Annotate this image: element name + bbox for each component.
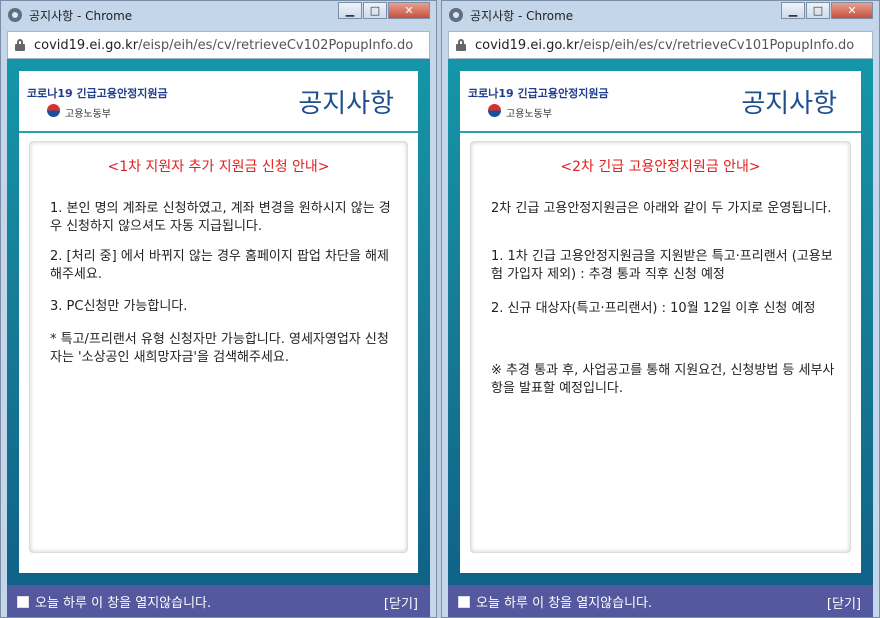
url-host: covid19.ei.go.kr <box>475 38 580 53</box>
panel-title: <2차 긴급 고용안정지원금 안내> <box>560 159 761 175</box>
chrome-icon <box>8 8 22 22</box>
lock-icon <box>456 39 466 51</box>
ministry-logo: 고용노동부 <box>488 104 552 120</box>
maximize-button[interactable]: □ <box>363 2 387 19</box>
window-controls: ▁ □ ✕ <box>337 2 430 19</box>
taeguk-icon <box>488 104 501 117</box>
popup-footer: 오늘 하루 이 창을 열지않습니다. [닫기] <box>448 585 873 617</box>
paragraph-4: ※ 추경 통과 후, 사업공고를 통해 지원요건, 신청방법 등 세부사항을 발… <box>491 363 835 396</box>
url-path: /eisp/eih/es/cv/retrieveCv102PopupInfo.d… <box>138 38 414 53</box>
lock-icon <box>15 39 25 51</box>
address-bar[interactable]: covid19.ei.go.kr/eisp/eih/es/cv/retrieve… <box>448 31 873 59</box>
paragraph-1: 2차 긴급 고용안정지원금은 아래와 같이 두 가지로 운영됩니다. <box>491 201 832 216</box>
address-bar[interactable]: covid19.ei.go.kr/eisp/eih/es/cv/retrieve… <box>7 31 430 59</box>
paragraph-3: 2. 신규 대상자(특고·프리랜서) : 10월 12일 이후 신청 예정 <box>491 301 816 316</box>
close-link[interactable]: [닫기] <box>827 593 861 612</box>
org-logo-text: 코로나19 긴급고용안정지원금 <box>27 87 168 100</box>
ministry-logo: 고용노동부 <box>47 104 111 120</box>
window-title: 공지사항 - Chrome <box>29 9 133 23</box>
url-text: covid19.ei.go.kr/eisp/eih/es/cv/retrieve… <box>475 38 854 53</box>
chrome-icon <box>449 8 463 22</box>
notice-title: 공지사항 <box>741 89 837 119</box>
url-path: /eisp/eih/es/cv/retrieveCv101PopupInfo.d… <box>579 38 855 53</box>
notice-panel: <2차 긴급 고용안정지원금 안내> 2차 긴급 고용안정지원금은 아래와 같이… <box>470 141 851 553</box>
title-bar[interactable]: 공지사항 - Chrome ▁ □ ✕ <box>1 1 436 30</box>
close-window-button[interactable]: ✕ <box>831 2 873 19</box>
url-host: covid19.ei.go.kr <box>34 38 139 53</box>
paragraph-4: * 특고/프리랜서 유형 신청자만 가능합니다. 영세자영업자 신청자는 '소상… <box>50 332 389 365</box>
notice-card: 코로나19 긴급고용안정지원금 고용노동부 공지사항 <2차 긴급 고용안정지원… <box>460 71 861 573</box>
popup-content: 코로나19 긴급고용안정지원금 고용노동부 공지사항 <2차 긴급 고용안정지원… <box>448 59 873 617</box>
panel-title: <1차 지원자 추가 지원금 신청 안내> <box>107 159 330 175</box>
notice-card: 코로나19 긴급고용안정지원금 고용노동부 공지사항 <1차 지원자 추가 지원… <box>19 71 418 573</box>
minimize-button[interactable]: ▁ <box>338 2 362 19</box>
close-link[interactable]: [닫기] <box>384 593 418 612</box>
taeguk-icon <box>47 104 60 117</box>
paragraph-3: 3. PC신청만 가능합니다. <box>50 299 188 314</box>
popup-window-2: 공지사항 - Chrome ▁ □ ✕ covid19.ei.go.kr/eis… <box>441 0 880 618</box>
close-window-button[interactable]: ✕ <box>388 2 430 19</box>
notice-panel: <1차 지원자 추가 지원금 신청 안내> 1. 본인 명의 계좌로 신청하였고… <box>29 141 408 553</box>
paragraph-2: 2. [처리 중] 에서 바뀌지 않는 경우 홈페이지 팝업 차단을 해제해주세… <box>50 249 389 282</box>
dont-show-label[interactable]: 오늘 하루 이 창을 열지않습니다. <box>476 592 652 611</box>
title-bar[interactable]: 공지사항 - Chrome ▁ □ ✕ <box>442 1 879 30</box>
org-logo-text: 코로나19 긴급고용안정지원금 <box>468 87 609 100</box>
window-title: 공지사항 - Chrome <box>470 9 574 23</box>
notice-title: 공지사항 <box>298 89 394 119</box>
ministry-name: 고용노동부 <box>506 109 552 120</box>
popup-window-1: 공지사항 - Chrome ▁ □ ✕ covid19.ei.go.kr/eis… <box>0 0 437 618</box>
dont-show-label[interactable]: 오늘 하루 이 창을 열지않습니다. <box>35 592 211 611</box>
dont-show-checkbox[interactable] <box>458 596 470 608</box>
maximize-button[interactable]: □ <box>806 2 830 19</box>
minimize-button[interactable]: ▁ <box>781 2 805 19</box>
paragraph-1: 1. 본인 명의 계좌로 신청하였고, 계좌 변경을 원하시지 않는 경우 신청… <box>50 201 391 234</box>
notice-header: 코로나19 긴급고용안정지원금 고용노동부 공지사항 <box>460 71 861 133</box>
ministry-name: 고용노동부 <box>65 109 111 120</box>
popup-footer: 오늘 하루 이 창을 열지않습니다. [닫기] <box>7 585 430 617</box>
notice-header: 코로나19 긴급고용안정지원금 고용노동부 공지사항 <box>19 71 418 133</box>
url-text: covid19.ei.go.kr/eisp/eih/es/cv/retrieve… <box>34 38 413 53</box>
dont-show-checkbox[interactable] <box>17 596 29 608</box>
window-controls: ▁ □ ✕ <box>780 2 873 19</box>
paragraph-2: 1. 1차 긴급 고용안정지원금을 지원받은 특고·프리랜서 (고용보험 가입자… <box>491 249 833 282</box>
popup-content: 코로나19 긴급고용안정지원금 고용노동부 공지사항 <1차 지원자 추가 지원… <box>7 59 430 617</box>
